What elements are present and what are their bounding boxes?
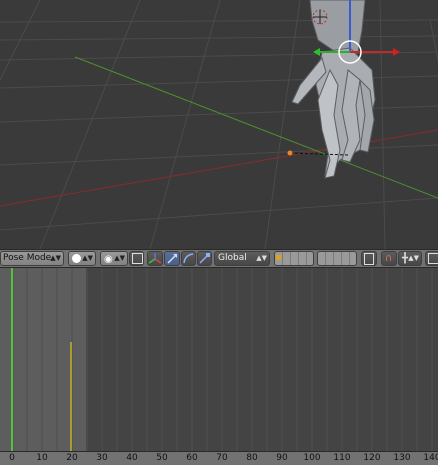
pose-library-button[interactable] — [361, 251, 377, 266]
snap-toggle[interactable]: ∩ — [381, 251, 397, 266]
3d-viewport[interactable] — [0, 0, 438, 249]
axes-icon — [148, 253, 162, 264]
ruler-tick-label: 70 — [216, 453, 228, 463]
pivot-point-icon: ◉ — [104, 254, 113, 265]
timeline-area[interactable] — [0, 268, 438, 451]
pivot-point-select[interactable]: ◉ ▲▼ — [100, 251, 128, 266]
translate-manipulator-button[interactable] — [147, 251, 163, 266]
solid-shading-icon — [72, 254, 81, 263]
mode-select[interactable]: Pose Mode ▲▼ — [0, 251, 64, 266]
manipulator-toggle[interactable] — [129, 251, 144, 266]
layer-buttons-group-2[interactable] — [317, 251, 357, 266]
ruler-tick-label: 80 — [246, 453, 258, 463]
frame-ruler[interactable]: 0 10 20 30 40 50 60 70 80 90 100 110 120 130 140 — [0, 451, 438, 465]
magnet-icon: ∩ — [385, 253, 393, 264]
ik-target-handle[interactable] — [287, 150, 293, 156]
ruler-tick-label: 0 — [9, 453, 15, 463]
ruler-tick-label: 50 — [156, 453, 168, 463]
chevron-updown-icon: ▲▼ — [50, 254, 61, 262]
rotate-manipulator-button[interactable] — [181, 251, 196, 266]
ruler-tick-label: 110 — [333, 453, 351, 463]
render-icon — [428, 253, 438, 264]
ruler-tick-label: 40 — [126, 453, 138, 463]
ruler-tick-label: 10 — [36, 453, 48, 463]
render-preview-button[interactable] — [425, 251, 438, 266]
ruler-tick-label: 20 — [66, 453, 78, 463]
y-axis-line — [74, 56, 438, 199]
chevron-updown-icon: ▲▼ — [256, 254, 267, 262]
layer-buttons-group-1[interactable] — [274, 251, 314, 266]
viewport-canvas — [0, 0, 438, 249]
viewport-shading-select[interactable]: ▲▼ — [68, 251, 96, 266]
scale-icon — [199, 253, 210, 264]
ruler-tick-label: 140 — [423, 453, 438, 463]
transform-orientation-select[interactable]: Global ▲▼ — [214, 251, 270, 266]
pose-icon — [364, 253, 374, 265]
mode-select-label: Pose Mode — [3, 253, 52, 263]
ruler-tick-label: 60 — [186, 453, 198, 463]
timeline-canvas — [0, 268, 433, 451]
chevron-updown-icon: ▲▼ — [408, 254, 419, 262]
chevron-updown-icon: ▲▼ — [114, 254, 125, 262]
chevron-updown-icon: ▲▼ — [82, 254, 93, 262]
snap-increment-icon: ╋ — [402, 253, 409, 264]
active-layer-dot — [276, 255, 281, 260]
scale-manipulator-button[interactable] — [197, 251, 212, 266]
ruler-tick-label: 120 — [363, 453, 381, 463]
x-axis-line — [0, 129, 438, 207]
viewport-header: Pose Mode ▲▼ ▲▼ ◉ ▲▼ Global ▲▼ ∩ ╋ ▲▼ — [0, 249, 438, 268]
manipulator-icon — [132, 253, 143, 264]
arrow-icon — [167, 254, 177, 264]
ruler-tick-label: 30 — [96, 453, 108, 463]
snap-element-select[interactable]: ╋ ▲▼ — [398, 251, 422, 266]
ruler-tick-label: 90 — [276, 453, 288, 463]
transform-orientation-label: Global — [218, 253, 247, 263]
ruler-tick-label: 100 — [303, 453, 321, 463]
ruler-tick-label: 130 — [393, 453, 411, 463]
rotate-arc-icon — [183, 253, 194, 264]
move-manipulator-button[interactable] — [164, 251, 180, 266]
